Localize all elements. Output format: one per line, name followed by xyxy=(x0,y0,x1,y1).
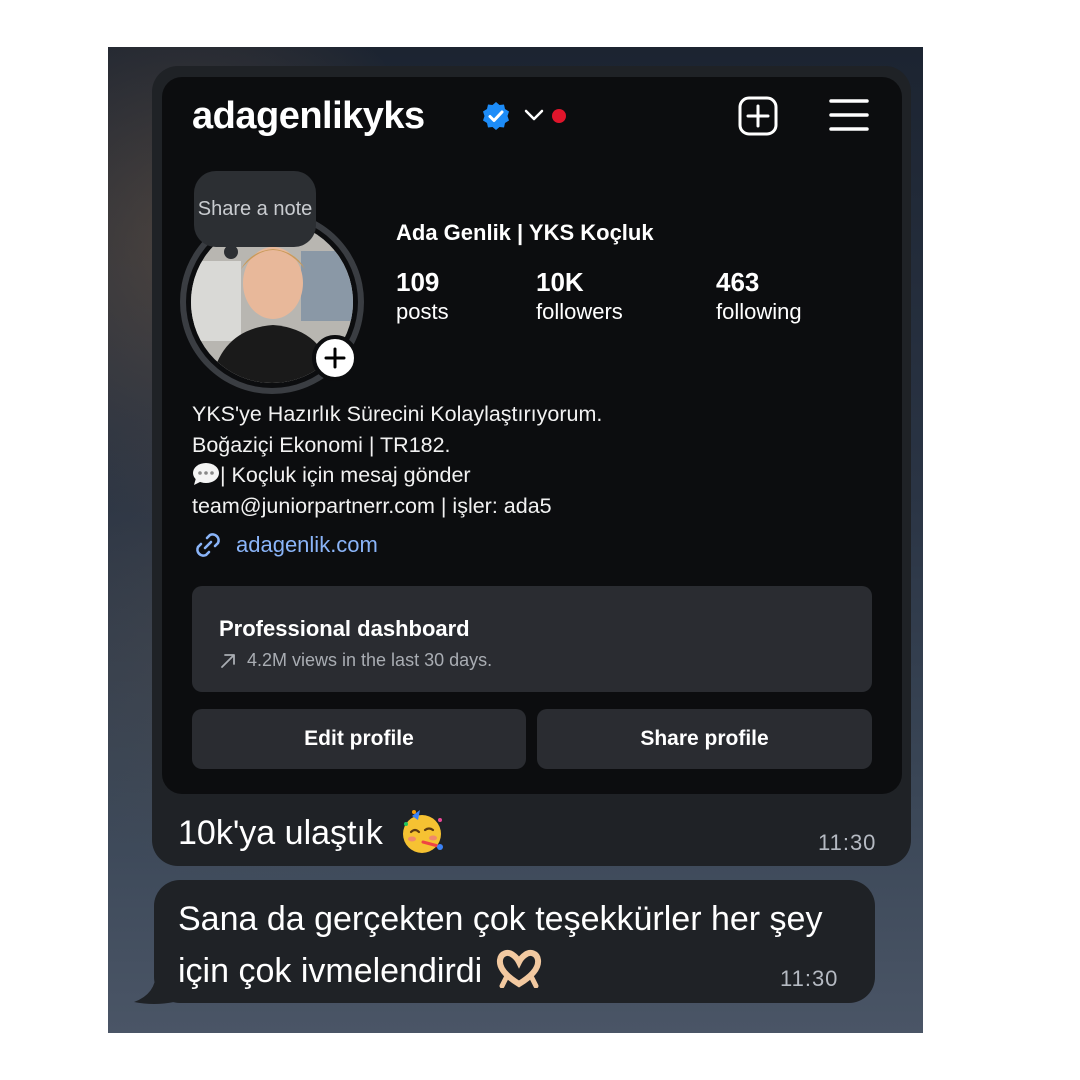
message-text-2: Sana da gerçekten çok teşekkürler her şe… xyxy=(178,893,858,997)
profile-link[interactable]: adagenlik.com xyxy=(192,529,378,561)
profile-screenshot[interactable]: adagenlikyks Share a note Ada Genlik | Y… xyxy=(162,77,902,794)
edit-profile-button[interactable]: Edit profile xyxy=(192,709,526,769)
message-text-1: 10k'ya ulaştık xyxy=(178,808,446,856)
note-tail xyxy=(224,245,238,259)
share-note-label: Share a note xyxy=(197,198,313,220)
bio-line-3: | Koçluk için mesaj gönder xyxy=(192,460,602,491)
profile-link-text[interactable]: adagenlik.com xyxy=(236,532,378,558)
heart-hands-icon xyxy=(496,949,541,988)
bio-line-2: Boğaziçi Ekonomi | TR182. xyxy=(192,432,451,457)
message-2-time: 11:30 xyxy=(780,966,839,991)
trend-arrow-icon xyxy=(221,653,235,668)
display-name: Ada Genlik | YKS Koçluk xyxy=(396,220,654,245)
bio-line-1: YKS'ye Hazırlık Sürecini Kolaylaştırıyor… xyxy=(192,402,603,426)
link-icon xyxy=(196,533,220,557)
stat-followers-value: 10K xyxy=(536,267,584,297)
stat-following-label: following xyxy=(716,299,802,324)
professional-dashboard[interactable]: Professional dashboard 4.2M views in the… xyxy=(192,586,872,692)
verified-badge-icon xyxy=(483,102,509,130)
plus-icon xyxy=(324,347,346,369)
bio-line-3-text: | Koçluk için mesaj gönder xyxy=(220,463,471,487)
share-profile-button[interactable]: Share profile xyxy=(537,709,872,769)
notification-dot xyxy=(552,109,566,123)
add-story-button[interactable] xyxy=(312,335,358,381)
message-1-text: 10k'ya ulaştık xyxy=(178,814,383,852)
stat-following[interactable]: 463 following xyxy=(716,267,802,327)
profile-bio: YKS'ye Hazırlık Sürecini Kolaylaştırıyor… xyxy=(192,399,602,521)
profile-username: adagenlikyks xyxy=(192,95,425,137)
stat-posts-label: posts xyxy=(396,299,449,324)
dashboard-subtitle: 4.2M views in the last 30 days. xyxy=(219,650,492,671)
share-note-bubble[interactable]: Share a note xyxy=(194,171,316,247)
stat-posts-value: 109 xyxy=(396,267,440,297)
chat-bubble-icon xyxy=(193,463,219,485)
add-post-icon[interactable] xyxy=(737,95,779,137)
stat-posts[interactable]: 109 posts xyxy=(396,267,449,327)
stat-following-value: 463 xyxy=(716,267,760,297)
dashboard-subtitle-text: 4.2M views in the last 30 days. xyxy=(247,650,493,670)
edit-profile-label: Edit profile xyxy=(304,727,414,750)
share-profile-label: Share profile xyxy=(640,727,769,750)
stat-followers-label: followers xyxy=(536,299,623,324)
menu-icon[interactable] xyxy=(829,97,869,133)
stat-followers[interactable]: 10K followers xyxy=(536,267,623,327)
dashboard-title: Professional dashboard xyxy=(219,616,470,641)
chevron-down-icon[interactable] xyxy=(523,107,545,123)
bio-line-4: team@juniorpartnerr.com | işler: ada5 xyxy=(192,493,552,518)
party-face-icon xyxy=(403,810,444,853)
bubble-tail xyxy=(134,972,174,1004)
message-1-time: 11:30 xyxy=(818,830,877,855)
